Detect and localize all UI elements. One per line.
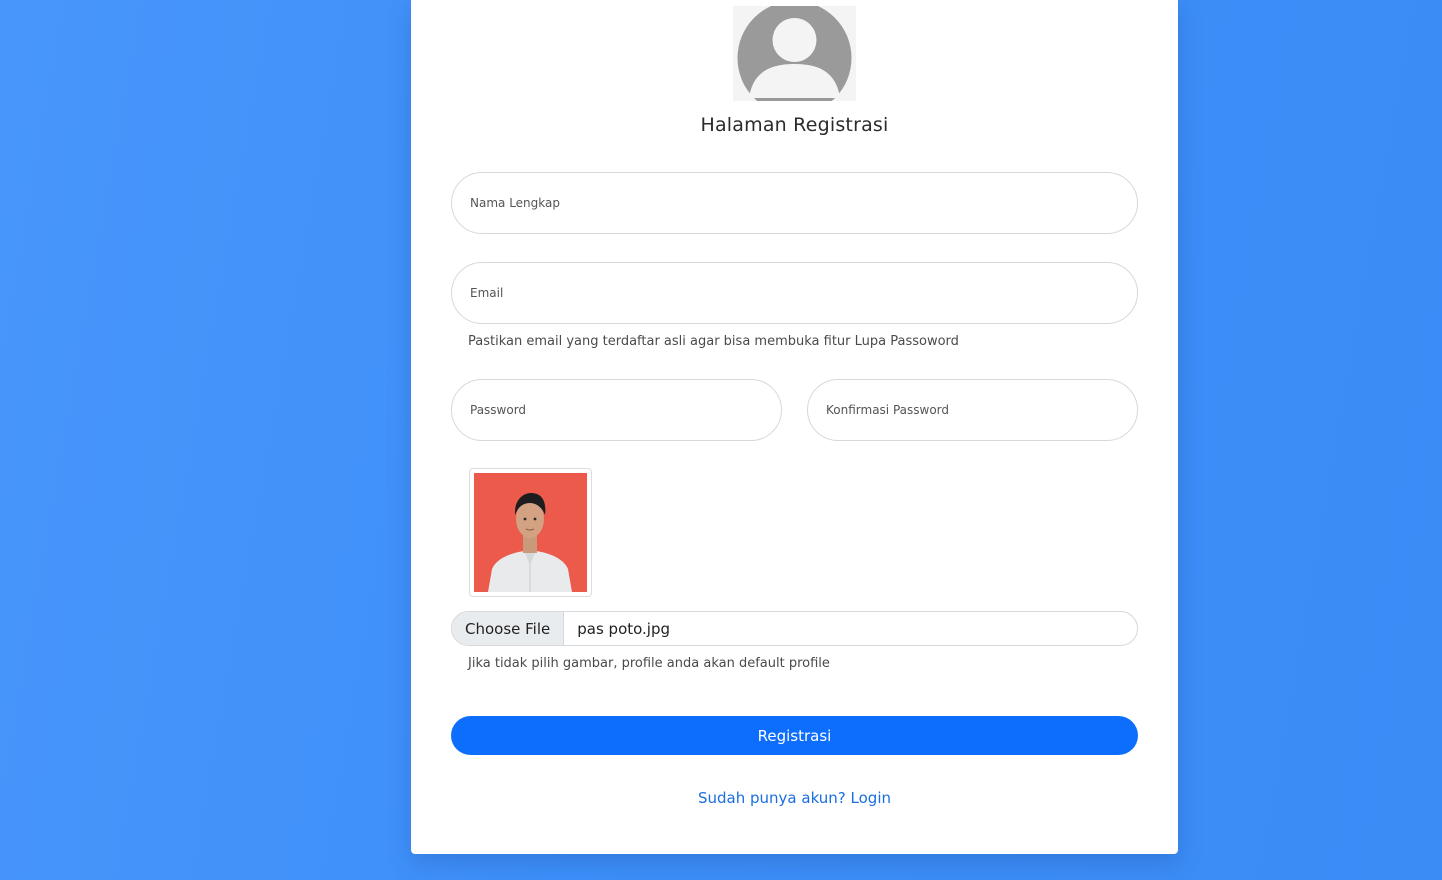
profile-photo-preview [469,468,592,597]
password-field[interactable] [451,379,782,441]
choose-file-button[interactable]: Choose File [452,612,565,645]
user-avatar-icon [733,6,856,101]
full-name-input[interactable] [470,196,1137,210]
registration-card: Halaman Registrasi Pastikan email yang t… [411,0,1178,854]
file-hint: Jika tidak pilih gambar, profile anda ak… [468,656,830,671]
email-field[interactable] [451,262,1138,324]
login-link[interactable]: Sudah punya akun? Login [411,789,1178,807]
profile-file-input[interactable]: Choose File pas poto.jpg [451,611,1138,646]
confirm-password-input[interactable] [826,403,1137,417]
default-avatar-image [733,6,856,101]
page-title: Halaman Registrasi [700,114,889,136]
email-hint: Pastikan email yang terdaftar asli agar … [468,334,959,349]
register-button[interactable]: Registrasi [451,716,1138,755]
password-input[interactable] [470,403,781,417]
confirm-password-field[interactable] [807,379,1138,441]
profile-photo [474,473,587,592]
email-input[interactable] [470,286,1137,300]
person-photo-icon [474,473,587,592]
selected-file-name: pas poto.jpg [577,619,671,638]
full-name-field[interactable] [451,172,1138,234]
